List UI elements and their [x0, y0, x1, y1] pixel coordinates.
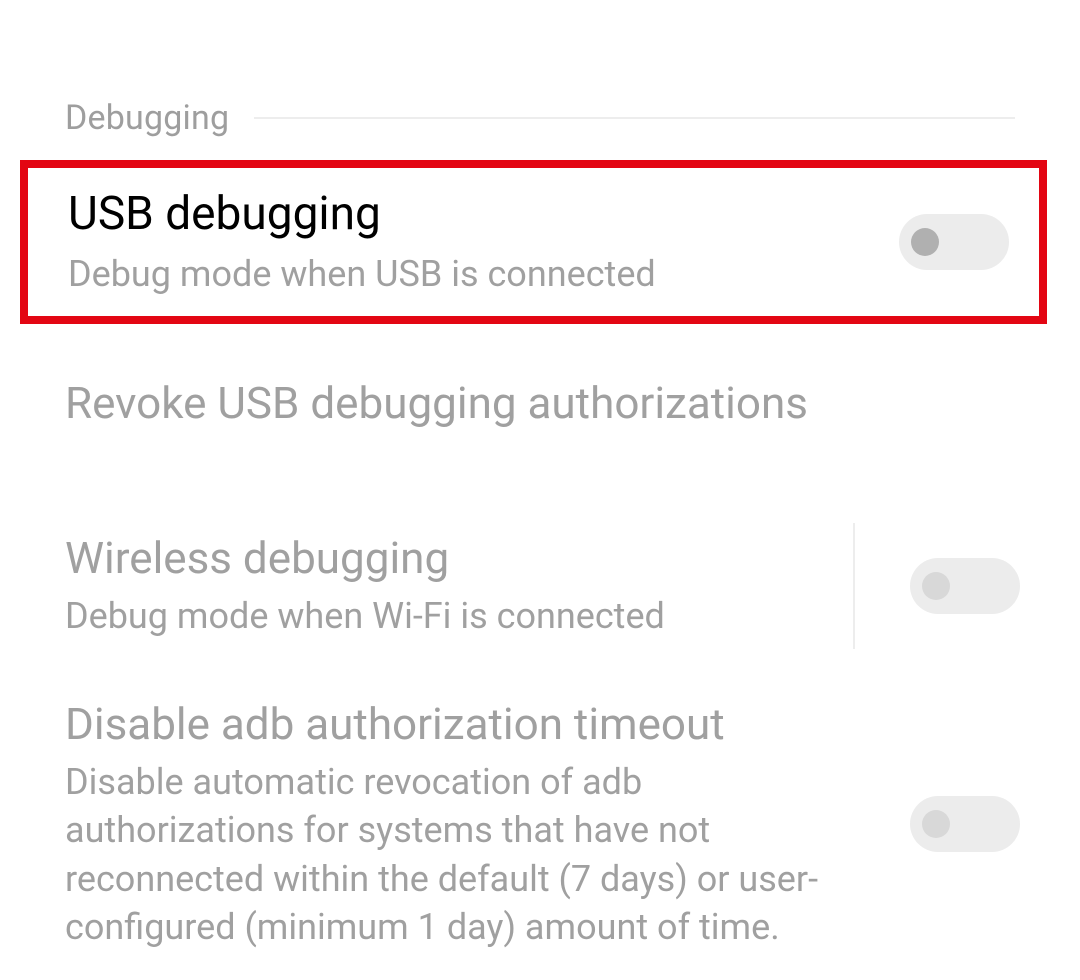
setting-revoke-usb-auth[interactable]: Revoke USB debugging authorizations — [0, 334, 1080, 473]
toggle-knob-icon — [922, 810, 950, 838]
section-header-label: Debugging — [65, 98, 229, 138]
setting-wireless-title: Wireless debugging — [65, 531, 870, 586]
toggle-wireless-debugging[interactable] — [910, 558, 1020, 614]
toggle-knob-icon — [922, 572, 950, 600]
setting-usb-debugging-title: USB debugging — [68, 186, 859, 244]
setting-wireless-debugging[interactable]: Wireless debugging Debug mode when Wi-Fi… — [0, 503, 1080, 669]
setting-revoke-text: Revoke USB debugging authorizations — [65, 376, 1020, 431]
setting-adb-timeout-text: Disable adb authorization timeout Disabl… — [65, 697, 910, 952]
setting-adb-timeout-desc: Disable automatic revocation of adb auth… — [65, 758, 870, 952]
setting-usb-debugging-desc: Debug mode when USB is connected — [68, 250, 859, 299]
setting-revoke-title: Revoke USB debugging authorizations — [65, 376, 980, 431]
spacer — [0, 473, 1080, 503]
toggle-usb-debugging[interactable] — [899, 214, 1009, 270]
setting-disable-adb-timeout[interactable]: Disable adb authorization timeout Disabl… — [0, 669, 1080, 980]
setting-adb-timeout-title: Disable adb authorization timeout — [65, 697, 870, 752]
toggle-knob-icon — [911, 228, 939, 256]
section-header-debugging: Debugging — [0, 0, 1080, 140]
setting-usb-debugging-text: USB debugging Debug mode when USB is con… — [68, 186, 899, 298]
toggle-disable-adb-timeout[interactable] — [910, 796, 1020, 852]
setting-wireless-text: Wireless debugging Debug mode when Wi-Fi… — [65, 531, 910, 641]
section-header-divider — [254, 117, 1015, 119]
setting-wireless-desc: Debug mode when Wi-Fi is connected — [65, 592, 870, 641]
setting-usb-debugging[interactable]: USB debugging Debug mode when USB is con… — [20, 160, 1047, 324]
developer-options-screen: Debugging USB debugging Debug mode when … — [0, 0, 1080, 947]
